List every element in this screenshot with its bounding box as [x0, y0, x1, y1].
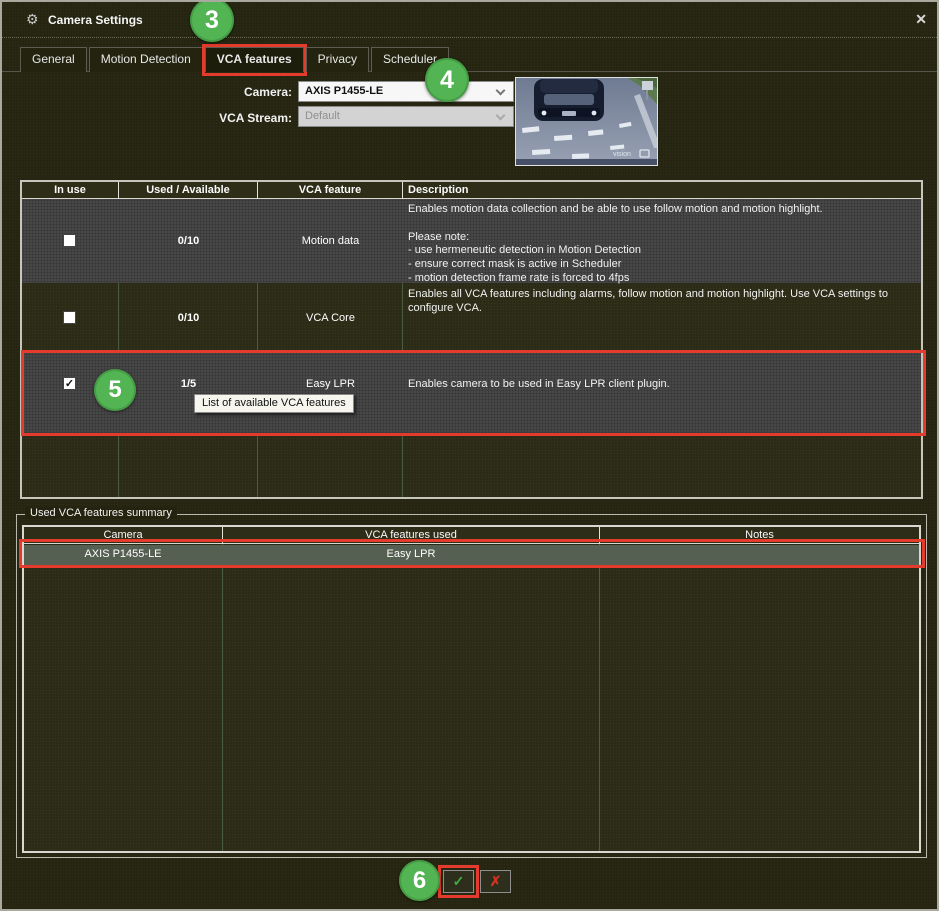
chevron-down-icon [496, 86, 506, 96]
header-description: Description [408, 184, 908, 196]
vca-row-vca-core[interactable]: 0/10 VCA Core Enables all VCA features i… [22, 284, 921, 352]
header-vca-feature: VCA feature [258, 184, 402, 196]
camera-label: Camera: [180, 85, 292, 99]
tab-general-label: General [32, 52, 75, 66]
summary-groupbox: Used VCA features summary Camera VCA fea… [16, 514, 927, 858]
camera-settings-window: ⚙ Camera Settings ✕ General Motion Detec… [0, 0, 939, 911]
gear-icon: ⚙ [26, 11, 39, 28]
car-shape [534, 79, 604, 121]
in-use-checkbox[interactable] [63, 311, 76, 324]
column-separator [599, 544, 600, 851]
in-use-checkbox[interactable]: ✓ [63, 377, 76, 390]
tab-privacy-label: Privacy [318, 52, 357, 66]
summary-table: Camera VCA features used Notes AXIS P145… [22, 525, 921, 853]
vca-stream-select: Default [298, 106, 514, 127]
camera-select[interactable]: AXIS P1455-LE [298, 81, 514, 102]
tab-motion-detection[interactable]: Motion Detection [89, 47, 203, 72]
camera-select-value: AXIS P1455-LE [305, 85, 383, 97]
description-cell: Enables all VCA features including alarm… [408, 288, 913, 316]
vca-stream-select-value: Default [305, 110, 340, 122]
vca-features-table: In use Used / Available VCA feature Desc… [20, 180, 923, 499]
vca-stream-label: VCA Stream: [180, 111, 292, 125]
used-available-cell: 0/10 [119, 235, 258, 247]
header-in-use: In use [22, 184, 118, 196]
tab-privacy[interactable]: Privacy [306, 47, 369, 72]
vca-row-easy-lpr[interactable]: ✓ 1/5 Easy LPR Enables camera to be used… [22, 353, 921, 434]
feature-cell: Motion data [258, 235, 403, 247]
tooltip: List of available VCA features [194, 394, 354, 413]
window-title: Camera Settings [48, 13, 143, 27]
summary-table-header: Camera VCA features used Notes [24, 527, 919, 544]
summary-row[interactable]: AXIS P1455-LE Easy LPR [24, 545, 919, 565]
vca-table-header: In use Used / Available VCA feature Desc… [22, 182, 921, 199]
summary-features-cell: Easy LPR [223, 548, 599, 560]
tab-vca-features-label: VCA features [217, 52, 292, 66]
tab-motion-detection-label: Motion Detection [101, 52, 191, 66]
column-separator [222, 544, 223, 851]
used-available-cell: 1/5 [119, 378, 258, 390]
tab-scheduler[interactable]: Scheduler [371, 47, 449, 72]
description-cell: Enables motion data collection and be ab… [408, 203, 913, 286]
tab-bar: General Motion Detection VCA features Pr… [20, 47, 451, 72]
vca-row-motion-data[interactable]: 0/10 Motion data Enables motion data col… [22, 199, 921, 283]
header-used-available: Used / Available [119, 184, 257, 196]
header-vca-features-used: VCA features used [223, 529, 599, 541]
chevron-down-icon [496, 111, 506, 121]
summary-legend: Used VCA features summary [25, 507, 177, 519]
feature-cell: Easy LPR [258, 378, 403, 390]
ok-button[interactable]: ✓ [443, 870, 474, 893]
tab-general[interactable]: General [20, 47, 87, 72]
cancel-button[interactable]: ✗ [480, 870, 511, 893]
tab-vca-features[interactable]: VCA features [205, 47, 304, 72]
preview-watermark: vision [613, 151, 631, 158]
titlebar: ⚙ Camera Settings ✕ [2, 2, 937, 38]
in-use-checkbox[interactable] [63, 234, 76, 247]
summary-camera-cell: AXIS P1455-LE [24, 548, 222, 560]
header-notes: Notes [600, 529, 919, 541]
annotation-circle-6: 6 [399, 860, 440, 901]
camera-preview-image: vision [516, 78, 657, 165]
tab-scheduler-label: Scheduler [383, 52, 437, 66]
used-available-cell: 0/10 [119, 312, 258, 324]
feature-cell: VCA Core [258, 312, 403, 324]
close-icon[interactable]: ✕ [915, 11, 927, 28]
camera-preview: vision [515, 77, 658, 166]
header-camera: Camera [24, 529, 222, 541]
description-cell: Enables camera to be used in Easy LPR cl… [408, 378, 913, 392]
